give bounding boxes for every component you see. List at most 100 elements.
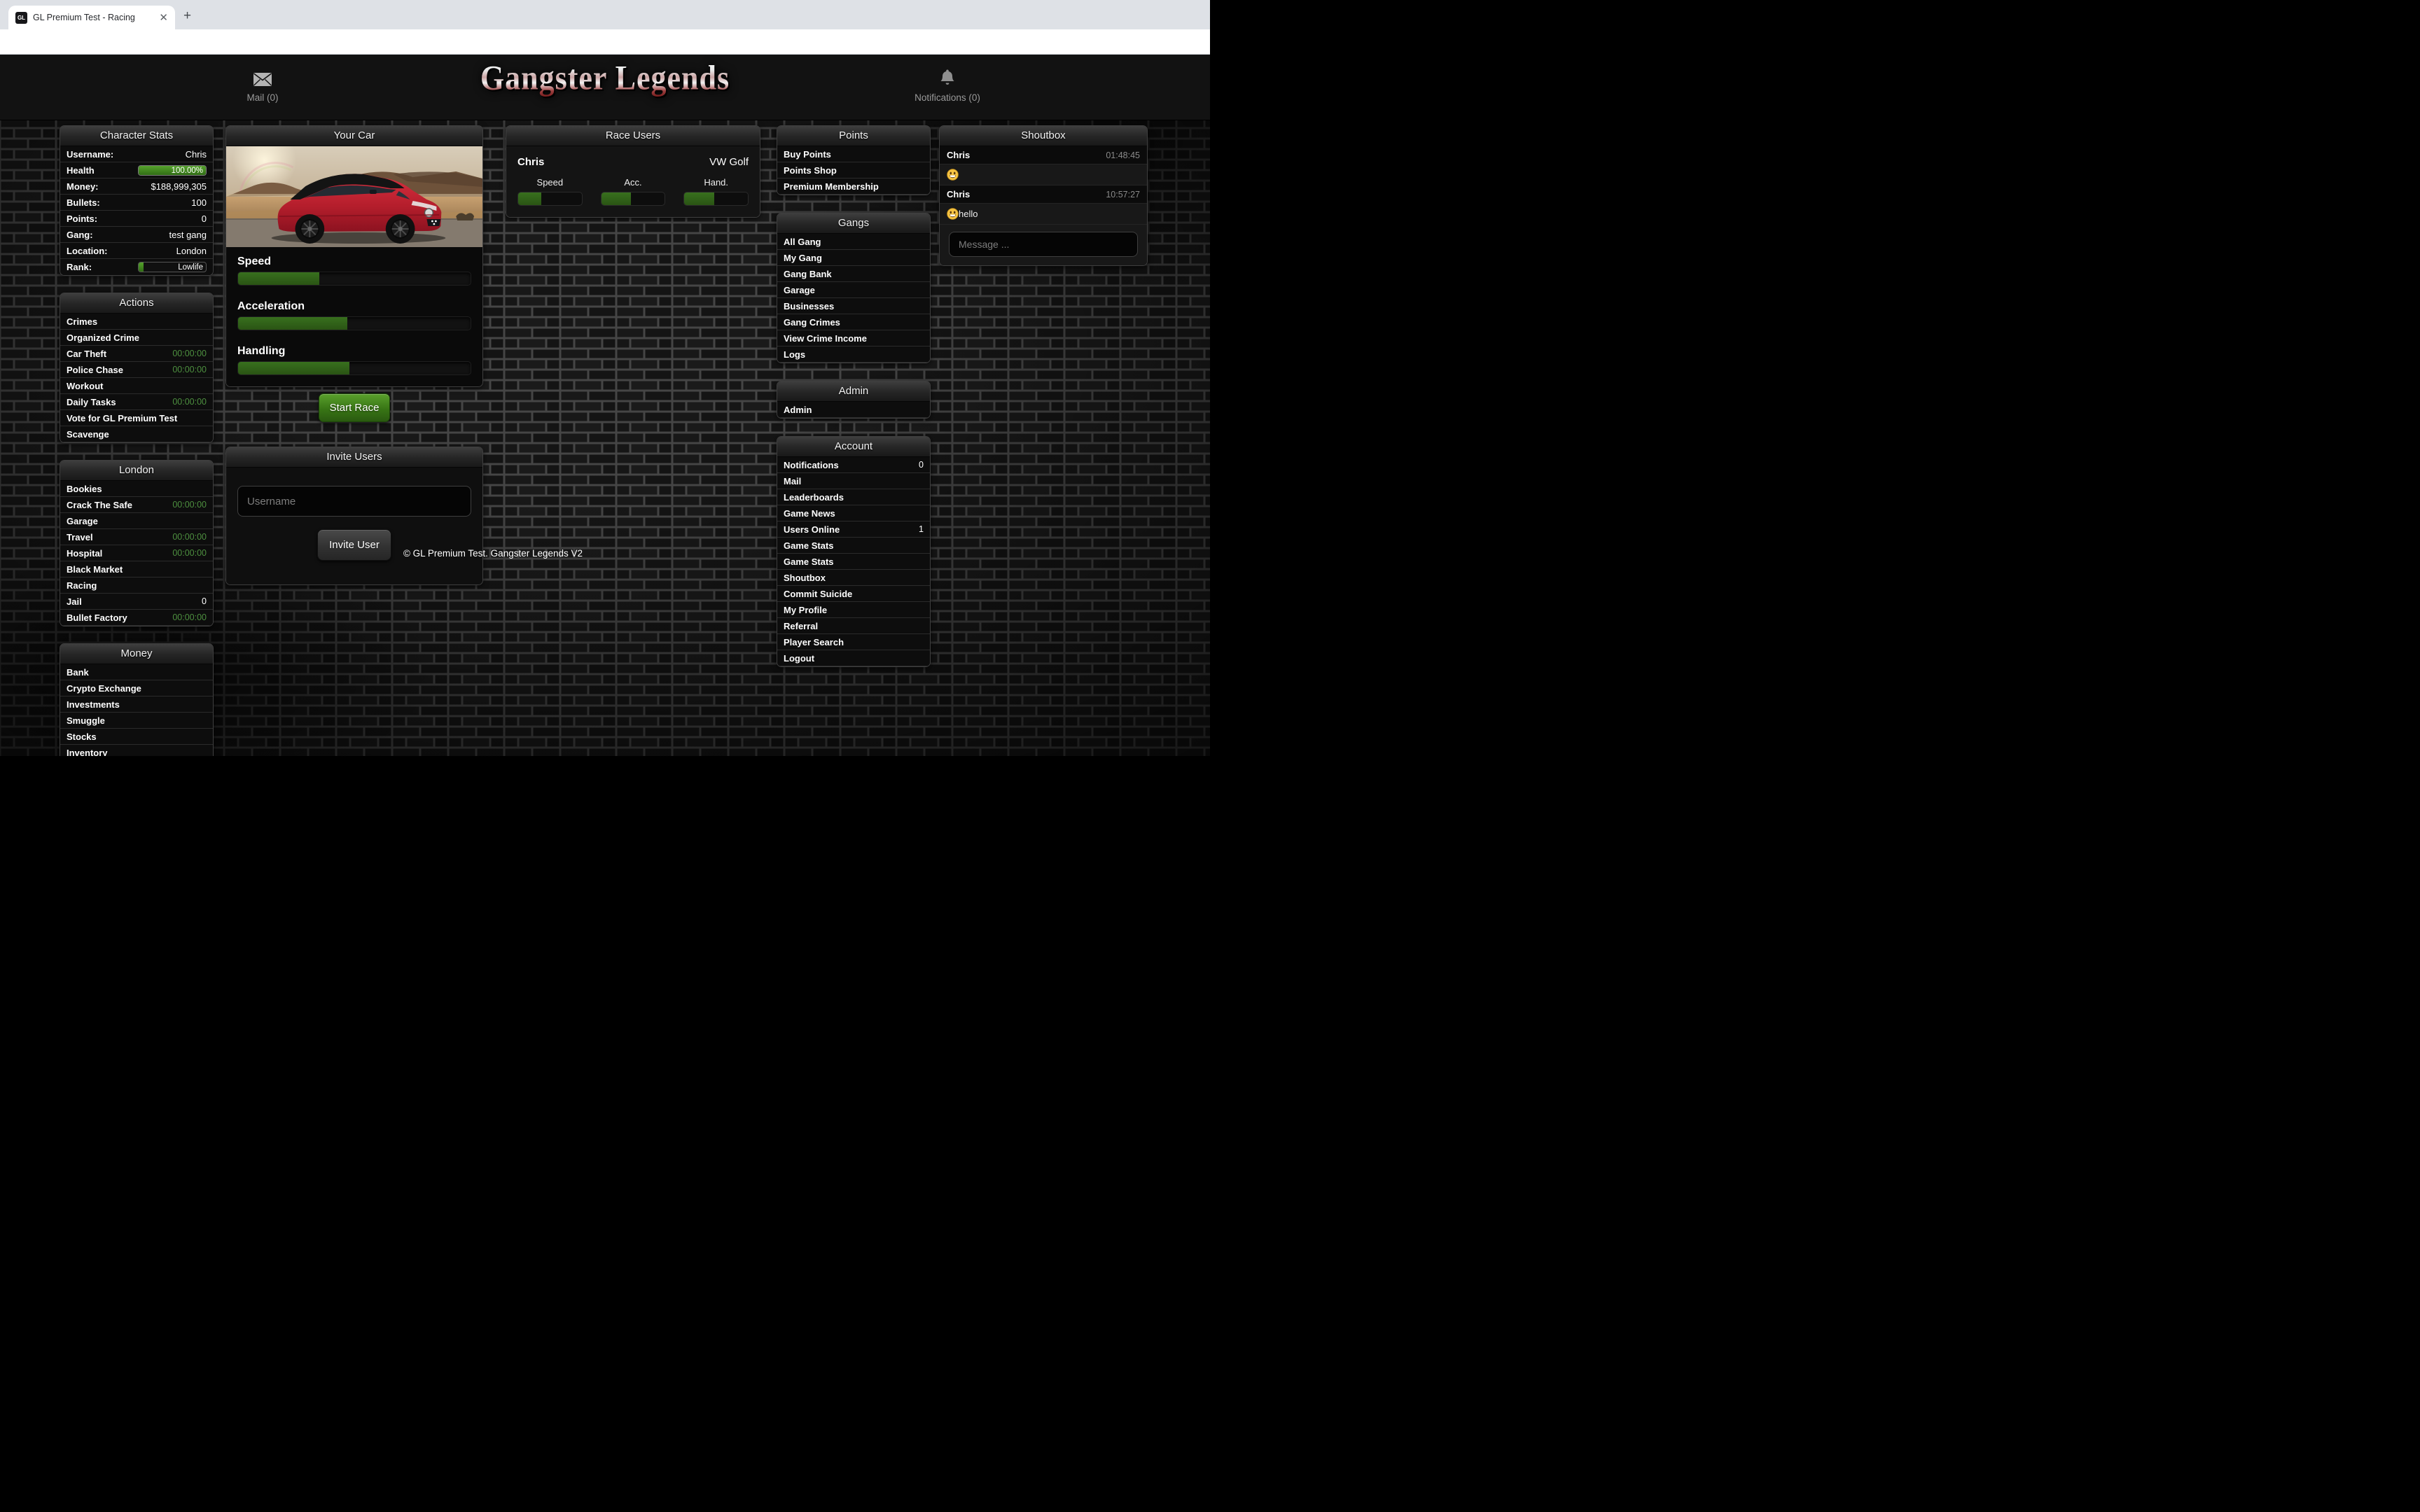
menu-item[interactable]: Scavenge	[60, 426, 213, 442]
menu-item[interactable]: Daily Tasks 00:00:00	[60, 394, 213, 410]
stat-row-health: Health 100.00%	[60, 162, 213, 178]
menu-item[interactable]: Travel 00:00:00	[60, 529, 213, 545]
gangs-panel: Gangs All Gang My Gang Gang Bank	[777, 213, 931, 363]
menu-item-value: 00:00:00	[172, 365, 207, 374]
menu-item[interactable]: Bullet Factory 00:00:00	[60, 610, 213, 626]
menu-item[interactable]: Points Shop	[777, 162, 930, 178]
health-bar: 100.00%	[138, 165, 207, 176]
menu-item-label: Logout	[784, 653, 814, 664]
browser-tab-strip: GL GL Premium Test - Racing ✕ +	[0, 0, 1210, 29]
stat-value: test gang	[169, 230, 207, 240]
admin-title: Admin	[777, 382, 930, 402]
menu-item[interactable]: Logout	[777, 650, 930, 666]
menu-item-label: Bank	[67, 667, 89, 678]
menu-item[interactable]: Game Stats	[777, 554, 930, 570]
points-panel: Points Buy Points Points Shop Premium Me…	[777, 125, 931, 195]
race-user-row: Chris VW Golf	[517, 156, 749, 168]
stat-row-money: Money: $188,999,305	[60, 178, 213, 195]
race-stat-hand: Hand.	[683, 177, 749, 206]
menu-item[interactable]: My Gang	[777, 250, 930, 266]
menu-item[interactable]: Bank	[60, 664, 213, 680]
race-users-title: Race Users	[506, 126, 760, 146]
menu-item[interactable]: All Gang	[777, 234, 930, 250]
race-stat-speed: Speed	[517, 177, 583, 206]
shoutbox-message: Chris 01:48:45	[940, 146, 1147, 186]
menu-item[interactable]: Commit Suicide	[777, 586, 930, 602]
menu-item[interactable]: Car Theft 00:00:00	[60, 346, 213, 362]
menu-item[interactable]: Premium Membership	[777, 178, 930, 195]
menu-item[interactable]: Mail	[777, 473, 930, 489]
menu-item[interactable]: Garage	[777, 282, 930, 298]
menu-item[interactable]: Player Search	[777, 634, 930, 650]
menu-item[interactable]: Bookies	[60, 481, 213, 497]
admin-menu: Admin	[777, 402, 930, 418]
menu-item[interactable]: Crimes	[60, 314, 213, 330]
menu-item[interactable]: Users Online 1	[777, 522, 930, 538]
menu-item[interactable]: Crypto Exchange	[60, 680, 213, 696]
menu-item[interactable]: Workout	[60, 378, 213, 394]
menu-item-label: Notifications	[784, 460, 839, 470]
start-race-button[interactable]: Start Race	[319, 393, 391, 422]
menu-item[interactable]: Inventory	[60, 745, 213, 756]
menu-item[interactable]: Hospital 00:00:00	[60, 545, 213, 561]
race-car-name: VW Golf	[709, 156, 749, 168]
menu-item[interactable]: Smuggle	[60, 713, 213, 729]
menu-item[interactable]: Game News	[777, 505, 930, 522]
gangs-title: Gangs	[777, 214, 930, 234]
menu-item[interactable]: Investments	[60, 696, 213, 713]
menu-item[interactable]: Garage	[60, 513, 213, 529]
menu-item-label: Police Chase	[67, 365, 123, 375]
account-panel: Account Notifications 0 Mail Leaderboard…	[777, 436, 931, 667]
london-panel: London Bookies Crack The Safe 00:00:00 G…	[60, 460, 214, 626]
shoutbox-user: Chris	[947, 189, 970, 200]
menu-item[interactable]: Gang Bank	[777, 266, 930, 282]
menu-item[interactable]: View Crime Income	[777, 330, 930, 346]
menu-item[interactable]: Police Chase 00:00:00	[60, 362, 213, 378]
stat-label: Health	[67, 165, 95, 176]
actions-title: Actions	[60, 293, 213, 314]
game-page: Mail (0) Gangster Legends Notifications …	[0, 55, 1210, 756]
shoutbox-message-input[interactable]	[949, 232, 1138, 257]
menu-item[interactable]: Organized Crime	[60, 330, 213, 346]
menu-item[interactable]: Referral	[777, 618, 930, 634]
menu-item[interactable]: Admin	[777, 402, 930, 418]
menu-item[interactable]: Stocks	[60, 729, 213, 745]
menu-item[interactable]: Buy Points	[777, 146, 930, 162]
menu-item-label: Investments	[67, 699, 120, 710]
menu-item[interactable]: Notifications 0	[777, 457, 930, 473]
menu-item-value: 00:00:00	[172, 397, 207, 407]
health-bar-text: 100.00%	[172, 166, 203, 176]
menu-item-label: Buy Points	[784, 149, 831, 160]
menu-item-label: Leaderboards	[784, 492, 844, 503]
tab-close-icon[interactable]: ✕	[159, 13, 168, 23]
menu-item[interactable]: Jail 0	[60, 594, 213, 610]
invite-username-input[interactable]	[237, 486, 471, 517]
menu-item-label: Game News	[784, 508, 835, 519]
shoutbox-time: 10:57:27	[1106, 190, 1140, 200]
menu-item[interactable]: Black Market	[60, 561, 213, 578]
menu-item[interactable]: Shoutbox	[777, 570, 930, 586]
stat-value: 0	[202, 214, 207, 224]
london-title: London	[60, 461, 213, 481]
shoutbox-time: 01:48:45	[1106, 150, 1140, 160]
menu-item[interactable]: Gang Crimes	[777, 314, 930, 330]
stat-label: Location:	[67, 246, 108, 256]
menu-item[interactable]: Racing	[60, 578, 213, 594]
mail-link[interactable]: Mail (0)	[196, 65, 329, 103]
menu-item[interactable]: Leaderboards	[777, 489, 930, 505]
character-stats-panel: Character Stats Username: Chris Health 1…	[60, 125, 214, 276]
browser-tab[interactable]: GL GL Premium Test - Racing ✕	[8, 6, 175, 29]
car-stat-label: Handling	[237, 345, 471, 358]
car-stat-handling: Handling	[237, 345, 471, 375]
menu-item[interactable]: Businesses	[777, 298, 930, 314]
rank-bar-fill	[139, 262, 144, 272]
menu-item[interactable]: Crack The Safe 00:00:00	[60, 497, 213, 513]
menu-item[interactable]: Logs	[777, 346, 930, 363]
menu-item-label: All Gang	[784, 237, 821, 247]
new-tab-button[interactable]: +	[183, 9, 191, 22]
menu-item[interactable]: Vote for GL Premium Test	[60, 410, 213, 426]
notifications-link[interactable]: Notifications (0)	[881, 65, 1014, 103]
menu-item[interactable]: My Profile	[777, 602, 930, 618]
menu-item[interactable]: Game Stats	[777, 538, 930, 554]
menu-item-label: Points Shop	[784, 165, 837, 176]
